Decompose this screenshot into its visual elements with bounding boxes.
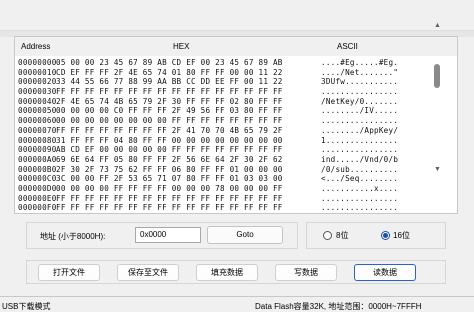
dump-row-hex: FF FF FF FF FF FF FF FF FF FF FF FF FF F… bbox=[56, 87, 283, 97]
dump-row-ascii: ................ bbox=[321, 193, 399, 203]
dump-row: 0000008031 FF FF FF 04 80 FF FF 00 00 00… bbox=[15, 136, 445, 146]
dump-row-address: 00000070 bbox=[18, 125, 57, 135]
dump-row-hex: 05 00 00 23 45 67 89 AB CD EF 00 23 45 6… bbox=[56, 58, 283, 67]
dump-row-address: 000000B0 bbox=[18, 164, 57, 174]
dump-row-hex: CD EF FF FF 2F 4E 65 74 01 80 FF FF 00 0… bbox=[56, 67, 283, 77]
dump-row: 0000002033 44 55 66 77 88 99 AA BB CC DD… bbox=[15, 77, 445, 87]
radio-8bit-label: 8位 bbox=[336, 231, 349, 240]
dump-row-ascii: 3DUfw........... bbox=[321, 77, 399, 87]
dump-row-ascii: ....#Eg.....#Eg. bbox=[321, 58, 399, 67]
hex-dump-header: Address HEX ASCII bbox=[15, 37, 457, 56]
scrollbar-track[interactable] bbox=[432, 31, 443, 165]
dump-row-ascii: ................ bbox=[321, 87, 399, 97]
status-info: Data Flash容量32K, 地址范围：0000H~7FFFH bbox=[255, 302, 422, 311]
dump-row: 00000090AB CD EF 00 00 00 00 00 FF FF FF… bbox=[15, 145, 445, 155]
dump-row-ascii: ......../IV..... bbox=[321, 106, 399, 116]
dump-row-ascii: ......../AppKey/ bbox=[321, 125, 399, 135]
dump-row-address: 00000000 bbox=[18, 58, 57, 67]
header-ascii: ASCII bbox=[337, 42, 358, 51]
dump-row: 000000E0FF FF FF FF FF FF FF FF FF FF FF… bbox=[15, 194, 445, 204]
dump-row-hex: 33 44 55 66 77 88 99 AA BB CC DD EE FF 0… bbox=[56, 77, 283, 87]
dump-row-address: 000000C0 bbox=[18, 174, 57, 184]
dump-row-address: 00000050 bbox=[18, 106, 57, 116]
dump-row-ascii: /NetKey/0....... bbox=[321, 96, 399, 106]
dump-row-address: 00000080 bbox=[18, 135, 57, 145]
fill-data-button[interactable]: 填充数据 bbox=[196, 264, 258, 281]
dump-row-ascii: ...........x.... bbox=[321, 183, 399, 193]
dump-row-ascii: ..../Net......." bbox=[321, 67, 399, 77]
dump-row: 000000F0FF FF FF FF FF FF FF FF FF FF FF… bbox=[15, 203, 445, 213]
dump-row-ascii: ................ bbox=[321, 203, 399, 213]
dump-row-ascii: ................ bbox=[321, 145, 399, 155]
dump-row: 0000006000 00 00 00 00 00 00 00 FF FF FF… bbox=[15, 116, 445, 126]
dump-row-ascii: ind...../Vnd/0/b bbox=[321, 154, 399, 164]
dump-row-ascii: ................ bbox=[321, 116, 399, 126]
scroll-up-arrow-icon[interactable]: ▲ bbox=[432, 21, 443, 31]
dump-row-address: 00000040 bbox=[18, 96, 57, 106]
dump-row-hex: FF FF FF FF FF FF FF FF FF FF FF FF FF F… bbox=[56, 203, 283, 213]
dump-row-address: 00000060 bbox=[18, 116, 57, 126]
dump-row: 0000005000 00 00 00 C0 FF FF FF 2F 49 56… bbox=[15, 106, 445, 116]
hex-dump-body[interactable]: 0000000005 00 00 23 45 67 89 AB CD EF 00… bbox=[15, 58, 445, 213]
dump-row: 00000070FF FF FF FF FF FF FF FF 2F 41 70… bbox=[15, 126, 445, 136]
read-data-button[interactable]: 读数据 bbox=[354, 264, 416, 281]
dump-row-hex: 00 00 00 00 FF FF FF FF 00 00 00 78 00 0… bbox=[56, 183, 283, 193]
dump-row: 000000402F 4E 65 74 4B 65 79 2F 30 FF FF… bbox=[15, 97, 445, 107]
dump-row-hex: AB CD EF 00 00 00 00 00 FF FF FF FF FF F… bbox=[56, 145, 283, 155]
dump-row-hex: 2F 30 2F 73 75 62 FF FF 06 80 FF FF 01 0… bbox=[56, 164, 283, 174]
dump-row-hex: 2F 4E 65 74 4B 65 79 2F 30 FF FF FF 02 8… bbox=[56, 96, 283, 106]
radio-16bit-label: 16位 bbox=[393, 231, 410, 240]
status-mode: USB下载模式 bbox=[2, 302, 51, 311]
dump-row: 000000B02F 30 2F 73 75 62 FF FF 06 80 FF… bbox=[15, 165, 445, 175]
dump-row-hex: 31 FF FF FF 04 80 FF FF 00 00 00 00 00 0… bbox=[56, 135, 283, 145]
dump-row: 000000D000 00 00 00 FF FF FF FF 00 00 00… bbox=[15, 184, 445, 194]
address-input[interactable]: 0x0000 bbox=[135, 227, 201, 243]
dump-row: 000000C03C 00 00 FF 2F 53 65 71 07 80 FF… bbox=[15, 174, 445, 184]
dump-row: 0000000005 00 00 23 45 67 89 AB CD EF 00… bbox=[15, 58, 445, 68]
goto-button[interactable]: Goto bbox=[207, 226, 283, 244]
save-file-button[interactable]: 保存至文件 bbox=[117, 264, 179, 281]
header-address: Address bbox=[21, 42, 51, 51]
scroll-down-arrow-icon[interactable]: ▼ bbox=[432, 165, 443, 175]
dump-row-hex: 00 00 00 00 00 00 00 00 FF FF FF FF FF F… bbox=[56, 116, 283, 126]
dump-row-ascii: <.../Seq........ bbox=[321, 174, 399, 184]
radio-16bit-selected-dot bbox=[383, 233, 388, 238]
dump-row-address: 000000E0 bbox=[18, 193, 57, 203]
dump-row-hex: 3C 00 00 FF 2F 53 65 71 07 80 FF FF 01 0… bbox=[56, 174, 283, 184]
dump-row-address: 00000020 bbox=[18, 77, 57, 87]
title-bar bbox=[0, 0, 474, 30]
dump-row-address: 000000A0 bbox=[18, 154, 57, 164]
dump-row-hex: FF FF FF FF FF FF FF FF 2F 41 70 70 4B 6… bbox=[56, 125, 283, 135]
dump-row-hex: 00 00 00 00 C0 FF FF FF 2F 49 56 FF 03 8… bbox=[56, 106, 283, 116]
address-label: 地址 (小于8000H): bbox=[40, 232, 106, 241]
radio-8bit[interactable] bbox=[323, 231, 332, 240]
scrollbar-thumb[interactable] bbox=[434, 64, 440, 88]
dump-row-hex: 69 6E 64 FF 05 80 FF FF 2F 56 6E 64 2F 3… bbox=[56, 154, 283, 164]
dump-row-address: 000000D0 bbox=[18, 183, 57, 193]
dump-row-address: 00000090 bbox=[18, 145, 57, 155]
header-hex: HEX bbox=[173, 42, 190, 51]
dump-row-hex: FF FF FF FF FF FF FF FF FF FF FF FF FF F… bbox=[56, 193, 283, 203]
dump-row-address: 00000030 bbox=[18, 87, 57, 97]
dump-row-ascii: 1............... bbox=[321, 135, 399, 145]
open-file-button[interactable]: 打开文件 bbox=[38, 264, 100, 281]
hex-dump-panel: Address HEX ASCII 0000000005 00 00 23 45… bbox=[14, 36, 458, 214]
dump-row-address: 00000010 bbox=[18, 67, 57, 77]
dump-row-address: 000000F0 bbox=[18, 203, 57, 213]
dump-row: 000000A069 6E 64 FF 05 80 FF FF 2F 56 6E… bbox=[15, 155, 445, 165]
dump-row-ascii: /0/sub.......... bbox=[321, 164, 399, 174]
dump-row: 00000010CD EF FF FF 2F 4E 65 74 01 80 FF… bbox=[15, 68, 445, 78]
write-data-button[interactable]: 写数据 bbox=[275, 264, 337, 281]
status-bar: USB下载模式 Data Flash容量32K, 地址范围：0000H~7FFF… bbox=[0, 296, 474, 312]
dump-row: 00000030FF FF FF FF FF FF FF FF FF FF FF… bbox=[15, 87, 445, 97]
